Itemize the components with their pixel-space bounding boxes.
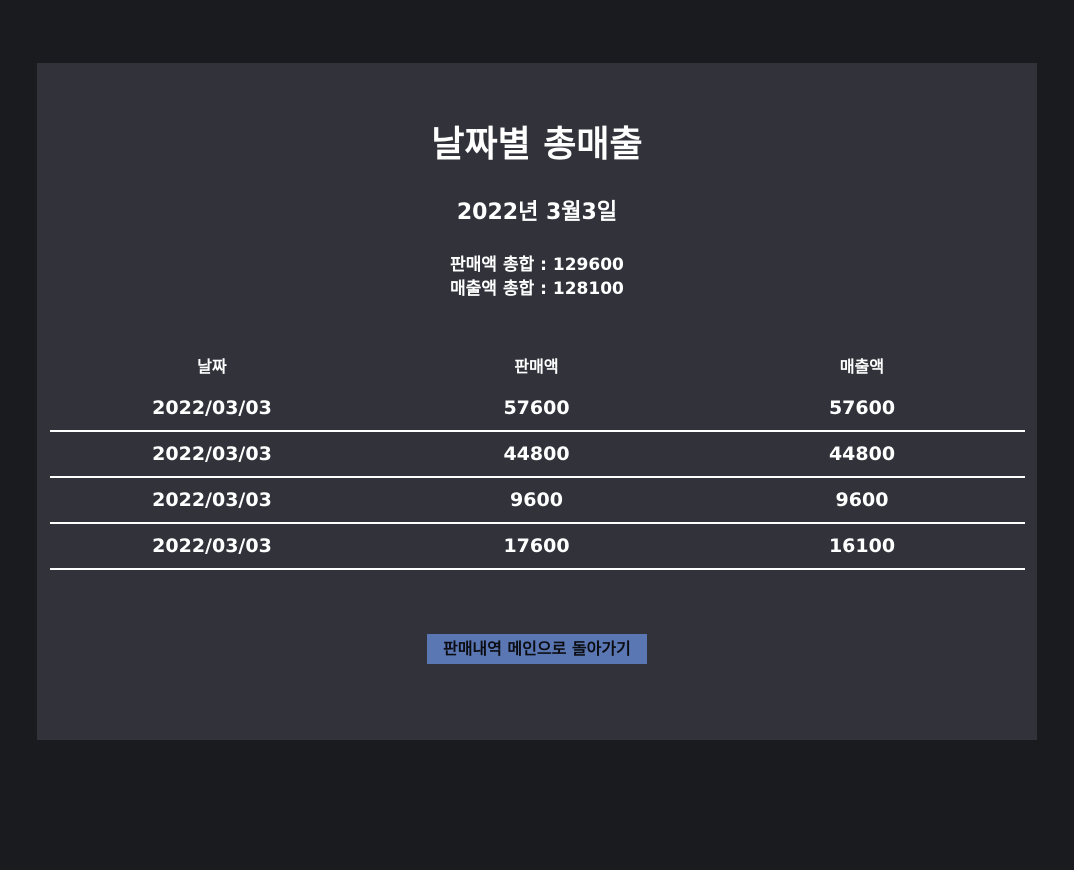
cell-sales: 9600 [374,477,699,524]
table-header-row: 날짜 판매액 매출액 [50,344,1025,386]
table-row: 2022/03/03 44800 44800 [50,431,1025,478]
page-title: 날짜별 총매출 [431,124,643,165]
revenue-total: 매출액 총합 : 128100 [450,279,624,299]
report-panel: 날짜별 총매출 2022년 3월3일 판매액 총합 : 129600 매출액 총… [37,63,1037,740]
table-row: 2022/03/03 57600 57600 [50,386,1025,432]
sales-total: 판매액 총합 : 129600 [450,255,624,275]
column-header-revenue: 매출액 [839,357,885,376]
column-header-date: 날짜 [197,357,227,376]
cell-revenue: 44800 [699,431,1025,478]
back-button-container: 판매내역 메인으로 돌아가기 [37,634,1037,664]
cell-sales: 17600 [374,523,699,570]
table-row: 2022/03/03 9600 9600 [50,477,1025,524]
cell-sales: 57600 [374,386,699,432]
cell-date: 2022/03/03 [50,431,374,478]
table-row: 2022/03/03 17600 16100 [50,523,1025,570]
cell-date: 2022/03/03 [50,386,374,432]
cell-date: 2022/03/03 [50,523,374,570]
date-heading: 2022년 3월3일 [456,200,618,225]
totals-summary: 판매액 총합 : 129600 매출액 총합 : 128100 [37,253,1037,301]
cell-revenue: 16100 [699,523,1025,570]
cell-revenue: 57600 [699,386,1025,432]
sales-table: 날짜 판매액 매출액 2022/03/03 57600 57600 2022/0… [50,344,1025,570]
cell-sales: 44800 [374,431,699,478]
cell-date: 2022/03/03 [50,477,374,524]
back-to-sales-main-button[interactable]: 판매내역 메인으로 돌아가기 [427,634,647,664]
column-header-sales: 판매액 [514,357,559,376]
cell-revenue: 9600 [699,477,1025,524]
